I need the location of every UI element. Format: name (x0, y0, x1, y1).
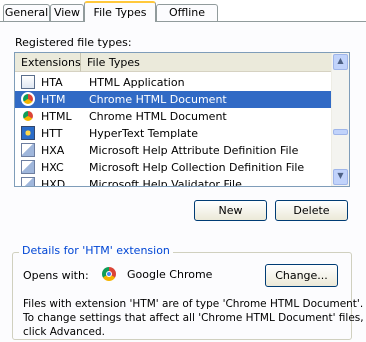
list-row-html[interactable]: HTML Chrome HTML Document (15, 108, 332, 125)
list-vertical-scrollbar[interactable]: ▲ ▼ (331, 53, 349, 186)
tab-label: View (53, 6, 81, 19)
list-row-hxa[interactable]: HXA Microsoft Help Attribute Definition … (15, 142, 332, 159)
list-row-hta[interactable]: HTA HTML Application (15, 74, 332, 91)
column-header-extensions[interactable]: Extensions (15, 53, 81, 72)
details-description-line-2: To change settings that affect all 'Chro… (23, 312, 364, 324)
row-extension: HXD (41, 178, 66, 187)
scroll-up-button[interactable]: ▲ (333, 54, 348, 70)
row-file-type: HTML Application (89, 76, 185, 89)
list-row-hxc[interactable]: HXC Microsoft Help Collection Definition… (15, 159, 332, 176)
row-file-type: Chrome HTML Document (89, 110, 227, 123)
tab-general[interactable]: General (3, 4, 50, 21)
help-file-icon (21, 160, 35, 174)
tab-file-types[interactable]: File Types (84, 1, 156, 22)
list-row-htt[interactable]: HTT HyperText Template (15, 125, 332, 142)
row-extension: HTT (41, 127, 63, 140)
delete-button[interactable]: Delete (275, 200, 348, 221)
chrome-file-icon (21, 92, 35, 106)
chrome-icon (102, 267, 116, 281)
file-types-list[interactable]: Extensions File Types HTA HTML Applicati… (14, 52, 350, 187)
tab-strip: General View File Types Offline Files (0, 0, 366, 35)
row-file-type: HyperText Template (89, 127, 198, 140)
opens-with-label: Opens with: (23, 269, 89, 282)
row-extension: HTA (41, 76, 63, 89)
tab-label: General (4, 6, 49, 19)
list-row-hxd[interactable]: HXD Microsoft Help Validator File (15, 176, 332, 187)
registered-file-types-label: Registered file types: (15, 36, 132, 49)
row-file-type: Microsoft Help Validator File (89, 178, 242, 187)
column-header-file-types[interactable]: File Types (81, 53, 332, 72)
help-file-icon (21, 143, 35, 157)
row-extension: HXA (41, 144, 65, 157)
details-description-line-3: click Advanced. (23, 326, 106, 338)
tab-label: File Types (93, 6, 147, 19)
row-extension: HTM (41, 93, 66, 106)
details-group-title: Details for 'HTM' extension (19, 244, 173, 257)
tab-offline-files[interactable]: Offline Files (156, 4, 218, 35)
row-extension: HXC (41, 161, 64, 174)
row-file-type: Microsoft Help Attribute Definition File (89, 144, 299, 157)
details-description-line-1: Files with extension 'HTM' are of type '… (23, 298, 364, 310)
row-extension: HTML (41, 110, 72, 123)
hta-file-icon (21, 75, 35, 89)
opens-with-app-name: Google Chrome (127, 268, 213, 281)
row-file-type: Chrome HTML Document (89, 93, 227, 106)
new-button[interactable]: New (194, 200, 267, 221)
tab-view[interactable]: View (50, 4, 84, 21)
htt-file-icon (21, 126, 35, 140)
list-row-htm[interactable]: HTM Chrome HTML Document (15, 91, 332, 108)
help-file-icon (21, 177, 35, 186)
chrome-file-icon (21, 109, 35, 123)
scroll-thumb[interactable] (333, 129, 348, 135)
change-button[interactable]: Change... (265, 264, 338, 287)
row-file-type: Microsoft Help Collection Definition Fil… (89, 161, 305, 174)
scroll-down-button[interactable]: ▼ (333, 169, 348, 185)
